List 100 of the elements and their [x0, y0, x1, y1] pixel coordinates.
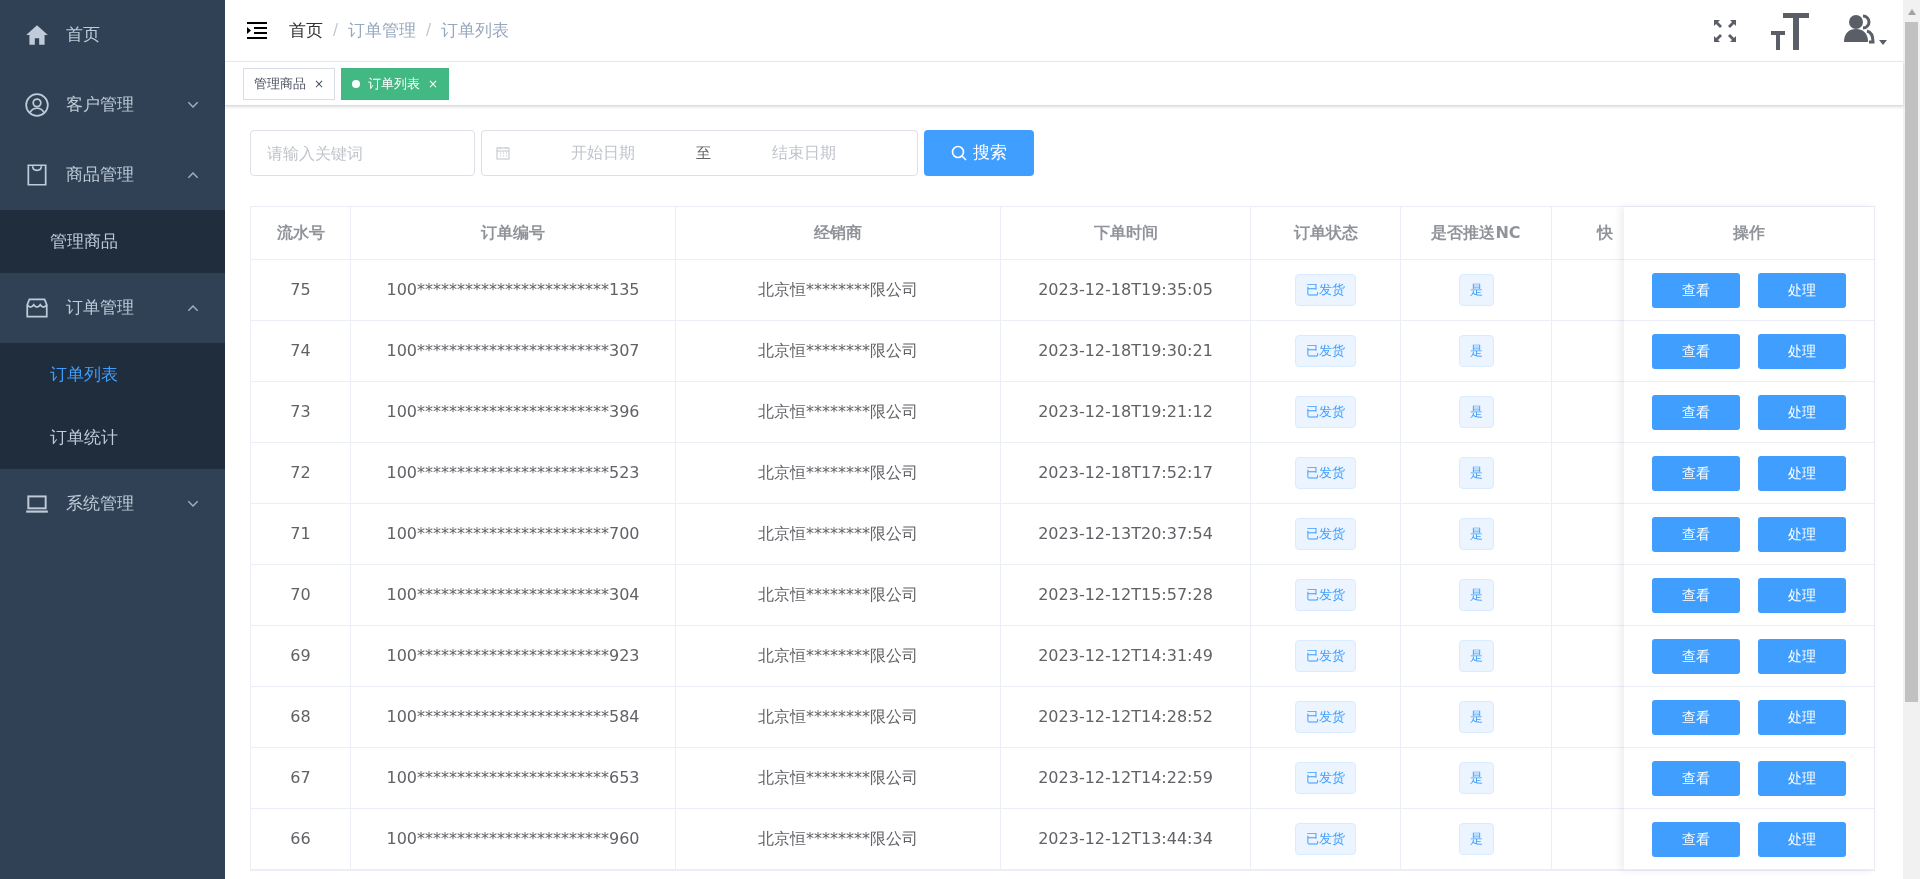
view-button[interactable]: 查看 — [1652, 760, 1740, 796]
process-button[interactable]: 处理 — [1758, 699, 1846, 735]
close-icon[interactable]: × — [428, 74, 439, 93]
nc-tag: 是 — [1458, 701, 1494, 733]
view-button[interactable]: 查看 — [1652, 394, 1740, 430]
status-tag: 已发货 — [1295, 823, 1356, 855]
status-tag: 已发货 — [1295, 762, 1356, 794]
nc-tag: 是 — [1458, 335, 1494, 367]
process-button[interactable]: 处理 — [1758, 394, 1846, 430]
keyword-field[interactable]: 请输入关键词 — [250, 130, 475, 176]
process-button[interactable]: 处理 — [1758, 577, 1846, 613]
table-cell-text: 100************************523 — [386, 462, 640, 484]
view-button[interactable]: 查看 — [1652, 821, 1740, 857]
nc-tag: 是 — [1458, 762, 1494, 794]
view-button[interactable]: 查看 — [1652, 577, 1740, 613]
process-button[interactable]: 处理 — [1758, 760, 1846, 796]
column-header: 操作 — [1733, 222, 1765, 244]
scrollbar[interactable] — [1903, 0, 1920, 879]
breadcrumb-item[interactable]: 首页 — [289, 17, 323, 44]
table-cell-text: 69 — [290, 645, 311, 667]
search-icon — [951, 145, 967, 161]
table-cell-text: 北京恒********限公司 — [758, 584, 918, 606]
range-separator: 至 — [696, 142, 711, 164]
shop-icon — [24, 295, 50, 321]
table-cell-text: 72 — [290, 462, 311, 484]
process-button[interactable]: 处理 — [1758, 272, 1846, 308]
tab[interactable]: 管理商品 × — [243, 67, 336, 100]
status-tag: 已发货 — [1295, 640, 1356, 672]
calendar-icon — [496, 146, 510, 160]
nc-tag: 是 — [1458, 274, 1494, 306]
submenu-item[interactable]: 管理商品 — [0, 210, 225, 273]
table-cell-text: 2023-12-12T15:57:28 — [1038, 584, 1213, 606]
column-header: 流水号 — [276, 222, 325, 244]
fullscreen-icon[interactable] — [1713, 18, 1737, 43]
table-cell-text: 100************************307 — [386, 340, 640, 362]
menu-item[interactable]: 系统管理 — [0, 469, 225, 539]
process-button[interactable]: 处理 — [1758, 821, 1846, 857]
table-cell-text: 2023-12-18T19:21:12 — [1038, 401, 1213, 423]
status-tag: 已发货 — [1295, 701, 1356, 733]
process-button[interactable]: 处理 — [1758, 516, 1846, 552]
table-cell-text: 2023-12-18T17:52:17 — [1038, 462, 1213, 484]
column-header: 订单编号 — [481, 222, 545, 244]
column-header: 经销商 — [814, 222, 862, 244]
view-button[interactable]: 查看 — [1652, 272, 1740, 308]
process-button[interactable]: 处理 — [1758, 455, 1846, 491]
table-cell-text: 100************************396 — [386, 401, 640, 423]
table-cell-text: 2023-12-12T14:31:49 — [1038, 645, 1213, 667]
status-tag: 已发货 — [1295, 335, 1356, 367]
table-cell-text: 100************************700 — [386, 523, 640, 545]
process-button[interactable]: 处理 — [1758, 638, 1846, 674]
process-button[interactable]: 处理 — [1758, 333, 1846, 369]
view-button[interactable]: 查看 — [1652, 638, 1740, 674]
nc-tag: 是 — [1458, 518, 1494, 550]
view-button[interactable]: 查看 — [1652, 699, 1740, 735]
menu-item[interactable]: 客户管理 — [0, 70, 225, 140]
submenu-item[interactable]: 订单列表 — [0, 343, 225, 406]
status-tag: 已发货 — [1295, 396, 1356, 428]
close-icon[interactable]: × — [314, 74, 325, 93]
nc-tag: 是 — [1458, 396, 1494, 428]
table-cell-text: 73 — [290, 401, 311, 423]
dot-icon — [352, 79, 361, 88]
menu-item[interactable]: 商品管理 — [0, 140, 225, 210]
nc-tag: 是 — [1458, 640, 1494, 672]
breadcrumb-separator: / — [426, 20, 432, 42]
table-cell-text: 2023-12-12T14:28:52 — [1038, 706, 1213, 728]
tab[interactable]: 订单列表 × — [341, 67, 450, 100]
table-cell-text: 2023-12-13T20:37:54 — [1038, 523, 1213, 545]
status-tag: 已发货 — [1295, 579, 1356, 611]
table-cell-text: 2023-12-18T19:35:05 — [1038, 279, 1213, 301]
column-header: 下单时间 — [1093, 222, 1158, 244]
submenu-item[interactable]: 订单统计 — [0, 406, 225, 469]
table-cell-text: 74 — [290, 340, 311, 362]
table-cell-text: 北京恒********限公司 — [758, 767, 918, 789]
menu-item[interactable]: 首页 — [0, 0, 225, 70]
view-button[interactable]: 查看 — [1652, 333, 1740, 369]
table-cell-text: 北京恒********限公司 — [758, 462, 918, 484]
table-cell-text: 北京恒********限公司 — [758, 340, 918, 362]
view-button[interactable]: 查看 — [1652, 455, 1740, 491]
nc-tag: 是 — [1458, 823, 1494, 855]
font-size-icon[interactable] — [1771, 11, 1809, 50]
breadcrumb-item: 订单列表 — [441, 18, 510, 42]
table-cell-text: 67 — [290, 767, 311, 789]
table-cell-text: 100************************960 — [386, 828, 640, 850]
menu-icon[interactable] — [247, 21, 267, 40]
bag-icon — [24, 162, 50, 188]
view-button[interactable]: 查看 — [1652, 516, 1740, 552]
user-icon — [24, 92, 50, 118]
table-cell-text: 100************************304 — [386, 584, 640, 606]
search-button[interactable]: 搜索 — [924, 130, 1034, 176]
nc-tag: 是 — [1458, 579, 1494, 611]
table-cell-text: 2023-12-12T14:22:59 — [1038, 767, 1213, 789]
status-tag: 已发货 — [1295, 457, 1356, 489]
column-header: 快 — [1597, 222, 1613, 244]
menu-item[interactable]: 订单管理 — [0, 273, 225, 343]
table-cell-text: 北京恒********限公司 — [758, 828, 918, 850]
table-cell-text: 71 — [290, 523, 311, 545]
table-cell-text: 68 — [290, 706, 311, 728]
table-cell-text: 2023-12-12T13:44:34 — [1038, 828, 1213, 850]
table-cell-text: 北京恒********限公司 — [758, 279, 918, 301]
breadcrumb-item[interactable]: 订单管理 — [348, 17, 417, 44]
